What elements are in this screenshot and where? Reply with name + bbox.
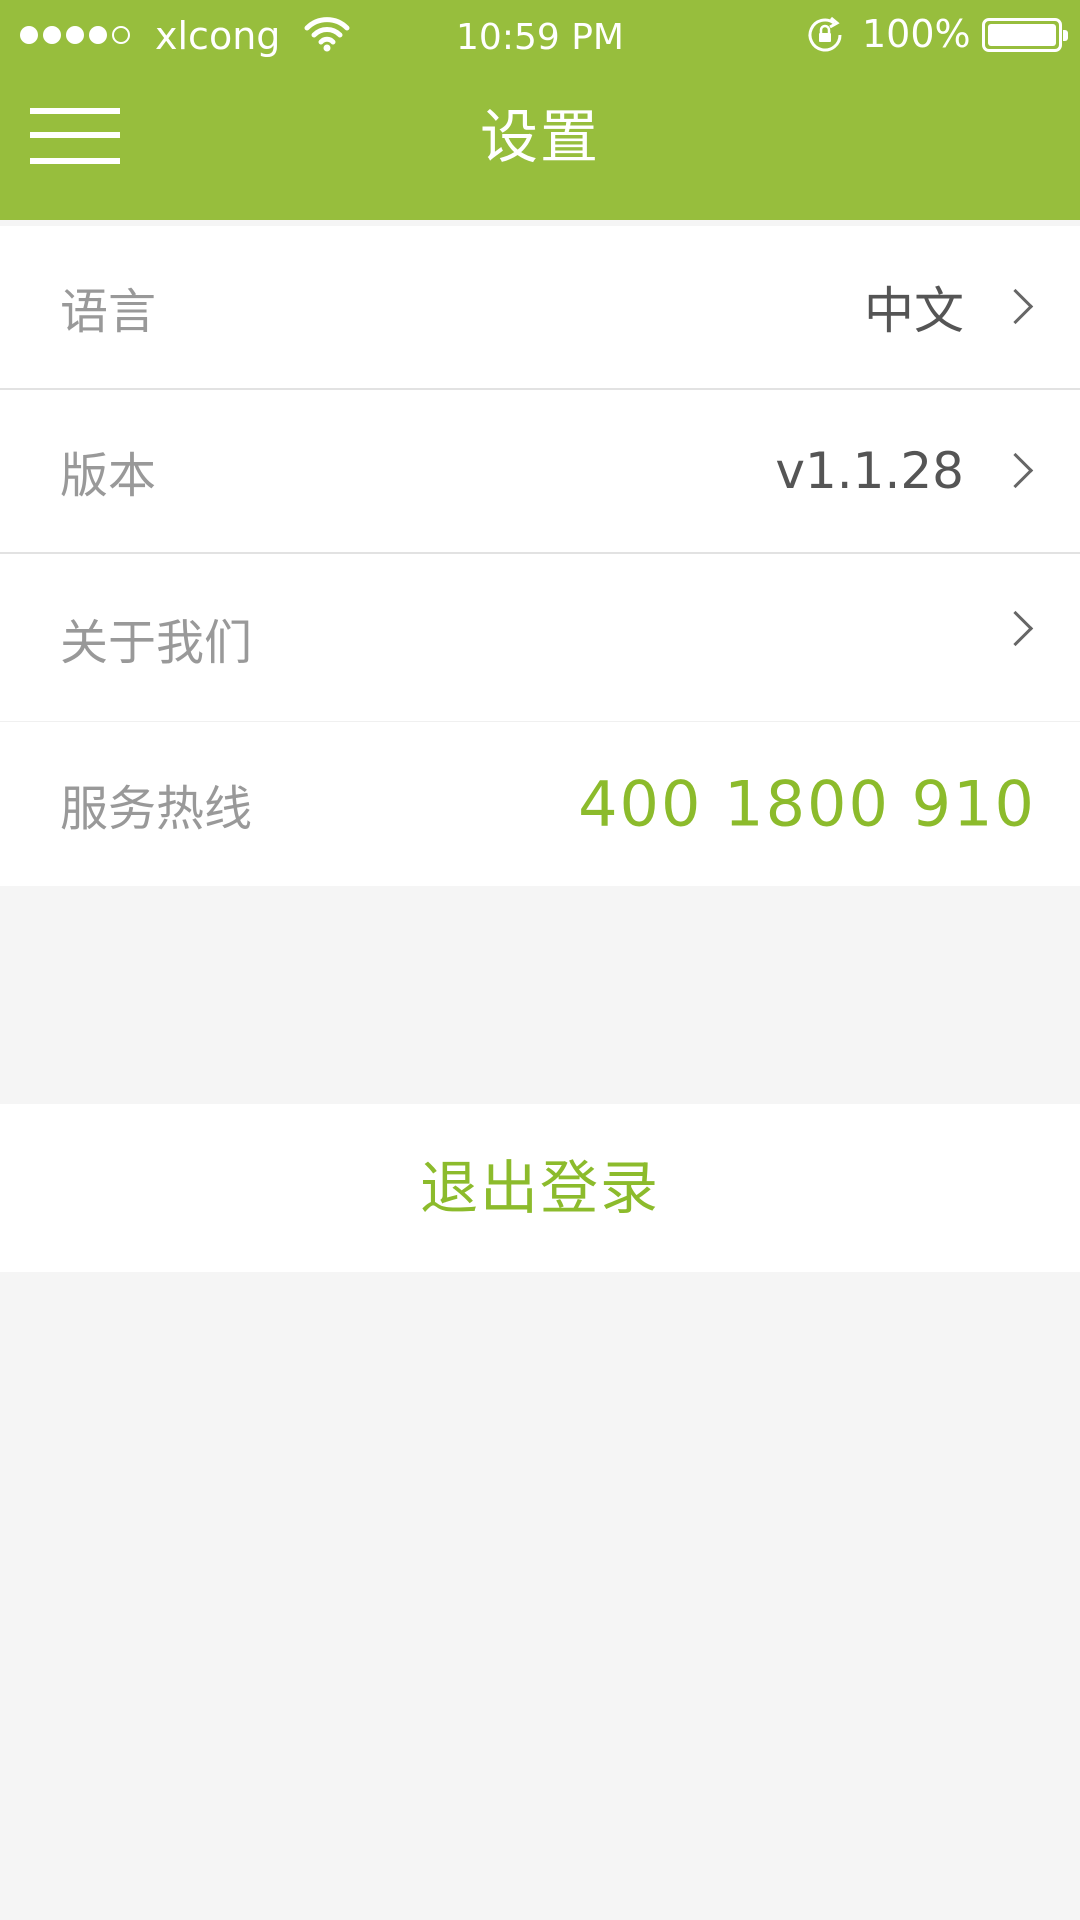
logout-button[interactable]: 退出登录 (0, 1104, 1080, 1272)
language-row[interactable]: 语言 中文 (0, 226, 1080, 390)
hotline-row[interactable]: 服务热线 400 1800 910 (0, 722, 1080, 886)
hotline-label: 服务热线 (60, 781, 253, 837)
settings-list: 语言 中文 版本 v1.1.28 关于我们 服务热线 400 1800 910 (0, 226, 1080, 886)
battery-percentage: 100% (862, 12, 971, 56)
status-bar: xlcong 10:59 PM 100% (0, 0, 1080, 72)
version-value: v1.1.28 (775, 442, 964, 500)
page-title: 设置 (479, 103, 600, 171)
battery-icon (982, 18, 1068, 52)
about-us-row[interactable]: 关于我们 (0, 554, 1080, 722)
rotation-lock-icon (808, 16, 842, 52)
header: xlcong 10:59 PM 100% 设置 (0, 0, 1080, 220)
chevron-right-icon (997, 288, 1034, 325)
chevron-right-icon (997, 452, 1034, 489)
settings-screen: xlcong 10:59 PM 100% 设置 语言 中文 版本 v1.1.28… (0, 0, 1080, 1920)
about-us-label: 关于我们 (60, 614, 253, 671)
chevron-right-icon (997, 610, 1034, 646)
hotline-number[interactable]: 400 1800 910 (578, 768, 1036, 841)
language-label: 语言 (60, 284, 157, 340)
version-row[interactable]: 版本 v1.1.28 (0, 390, 1080, 554)
language-value: 中文 (864, 282, 964, 340)
version-label: 版本 (60, 448, 157, 504)
